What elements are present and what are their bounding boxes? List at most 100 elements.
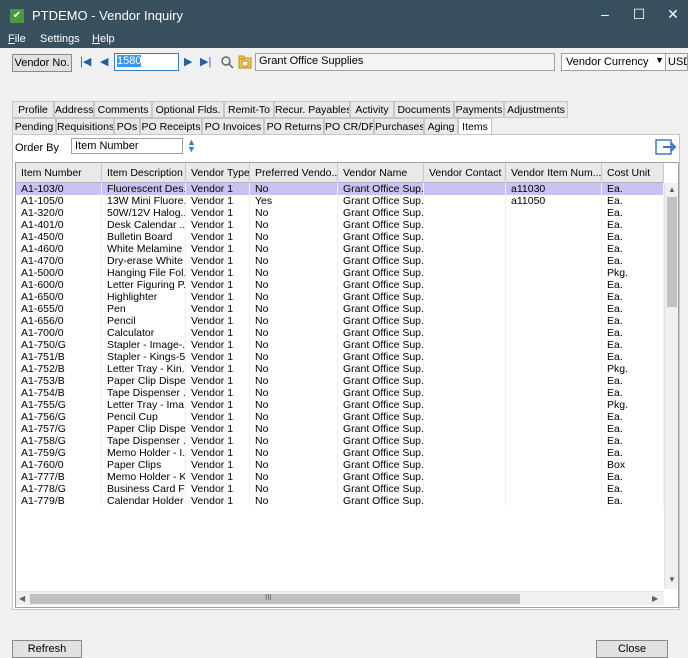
search-icon[interactable] (220, 55, 234, 69)
table-row[interactable]: A1-758/G Tape Dispenser ... Vendor 1 No Gran… (16, 435, 664, 447)
close-window-button[interactable]: ✕ (658, 4, 688, 26)
order-spin-icon[interactable]: ▲ ▼ (187, 138, 196, 154)
table-row[interactable]: A1-753/B Paper Clip Dispe... Vendor 1 No Gra… (16, 375, 664, 387)
table-row[interactable]: A1-460/0 White Melamine ... Vendor 1 No Gran… (16, 243, 664, 255)
table-cell (424, 411, 506, 423)
table-row[interactable]: A1-655/0 Pen Vendor 1 No Grant Office Sup...… (16, 303, 664, 315)
vertical-scrollbar[interactable]: ▲ ▼ (664, 183, 678, 589)
menu-settings[interactable]: Settings (40, 33, 80, 45)
table-row[interactable]: A1-450/0 Bulletin Board Vendor 1 No Grant Of… (16, 231, 664, 243)
table-cell: Grant Office Sup... (338, 339, 424, 351)
column-header-vendor-item-num[interactable]: Vendor Item Num... (506, 163, 602, 183)
table-row[interactable]: A1-470/0 Dry-erase White ... Vendor 1 No Gra… (16, 255, 664, 267)
table-row[interactable]: A1-401/0 Desk Calendar ... Vendor 1 No Grant… (16, 219, 664, 231)
table-row[interactable]: A1-777/BMemo Holder - K...Vendor 1NoGran… (16, 471, 664, 483)
table-row[interactable]: A1-760/0 Paper Clips Vendor 1 No Grant Offic… (16, 459, 664, 471)
table-row[interactable]: A1-500/0 Hanging File Fol... Vendor 1 No Gra… (16, 267, 664, 279)
scroll-grip: III (265, 593, 272, 602)
nav-first-icon[interactable]: |◀ (80, 55, 91, 69)
table-row[interactable]: A1-105/0 13W Mini Fluore... Vendor 1 Yes Gra… (16, 195, 664, 207)
scroll-up-icon[interactable]: ▲ (668, 185, 676, 195)
table-row[interactable]: A1-103/0 Fluorescent Des... Vendor 1 No Gran… (16, 183, 664, 195)
column-header-vendor-contact[interactable]: Vendor Contact (424, 163, 506, 183)
table-row[interactable]: A1-700/0 Calculator Vendor 1 No Grant Office… (16, 327, 664, 339)
table-cell: Ea. (602, 195, 664, 207)
column-header-vendor-type[interactable]: Vendor Type (186, 163, 250, 183)
table-cell: No (250, 267, 338, 279)
table-row[interactable]: A1-751/B Stapler - Kings-5... Vendor 1 No Gr… (16, 351, 664, 363)
tab-po-invoices[interactable]: PO Invoices (202, 118, 264, 135)
table-row[interactable]: A1-656/0 Pencil Vendor 1 No Grant Office Sup… (16, 315, 664, 327)
vendor-no-button[interactable]: Vendor No. (12, 54, 72, 72)
table-cell: Tape Dispenser ... (102, 435, 186, 447)
column-header-item-number[interactable]: Item Number (16, 163, 102, 183)
tab-adjustments[interactable]: Adjustments (504, 101, 568, 118)
export-icon[interactable] (655, 139, 677, 155)
table-cell: Vendor 1 (186, 207, 250, 219)
table-cell: Desk Calendar ... (102, 219, 186, 231)
vertical-scroll-thumb[interactable] (667, 197, 677, 307)
table-cell (424, 207, 506, 219)
table-cell: Ea. (602, 375, 664, 387)
tab-po-returns[interactable]: PO Returns (264, 118, 324, 135)
tab-optional-flds[interactable]: Optional Flds. (152, 101, 224, 118)
table-cell: Grant Office Sup... (338, 291, 424, 303)
column-header-cost-unit[interactable]: Cost Unit (602, 163, 664, 183)
table-row[interactable]: A1-600/0 Letter Figuring P... Vendor 1 No Gr… (16, 279, 664, 291)
tab-activity[interactable]: Activity (350, 101, 394, 118)
vendor-number-input[interactable]: 1580 (114, 53, 179, 71)
minimize-button[interactable]: – (590, 4, 620, 26)
table-row[interactable]: A1-755/G Letter Tray - Ima... Vendor 1 No Gr… (16, 399, 664, 411)
open-folder-icon[interactable] (238, 55, 252, 69)
tab-po-cr-dr[interactable]: PO CR/DR (324, 118, 374, 135)
horizontal-scroll-thumb[interactable]: III (30, 593, 520, 604)
table-cell (424, 363, 506, 375)
table-cell (506, 447, 602, 459)
order-by-input[interactable]: Item Number (71, 138, 183, 154)
tab-payments[interactable]: Payments (454, 101, 504, 118)
tab-comments[interactable]: Comments (94, 101, 152, 118)
menu-file[interactable]: File (8, 33, 26, 45)
nav-prev-icon[interactable]: ◀ (100, 55, 108, 69)
tab-documents[interactable]: Documents (394, 101, 454, 118)
tab-profile[interactable]: Profile (12, 101, 54, 118)
column-header-preferred-vendo[interactable]: Preferred Vendo... (250, 163, 338, 183)
horizontal-scrollbar[interactable]: ◀ III ▶ (16, 591, 664, 605)
table-row[interactable]: A1-759/G Memo Holder - I... Vendor 1 No Gran… (16, 447, 664, 459)
tab-aging[interactable]: Aging (424, 118, 458, 135)
maximize-button[interactable]: ☐ (624, 4, 654, 26)
table-cell: Dry-erase White ... (102, 255, 186, 267)
column-header-item-description[interactable]: Item Description (102, 163, 186, 183)
nav-next-icon[interactable]: ▶ (184, 55, 192, 69)
table-row[interactable]: A1-778/GBusiness Card Fi...Vendor 1NoGra… (16, 483, 664, 495)
tab-purchases[interactable]: Purchases (374, 118, 424, 135)
tab-requisitions[interactable]: Requisitions (56, 118, 114, 135)
tab-address[interactable]: Address (54, 101, 94, 118)
table-cell: Pkg. (602, 399, 664, 411)
close-button[interactable]: Close (596, 640, 668, 658)
tab-pos[interactable]: POs (114, 118, 140, 135)
table-cell: Hanging File Fol... (102, 267, 186, 279)
currency-select[interactable]: Vendor Currency ▼ (561, 53, 668, 71)
table-cell: Vendor 1 (186, 387, 250, 399)
table-row[interactable]: A1-757/G Paper Clip Dispe... Vendor 1 No Gra… (16, 423, 664, 435)
tab-recur-payables[interactable]: Recur. Payables (274, 101, 350, 118)
scroll-down-icon[interactable]: ▼ (668, 575, 676, 585)
scroll-right-icon[interactable]: ▶ (652, 594, 658, 604)
refresh-button[interactable]: Refresh (12, 640, 82, 658)
menu-help[interactable]: Help (92, 33, 115, 45)
table-row[interactable]: A1-754/B Tape Dispenser ... Vendor 1 No Gran… (16, 387, 664, 399)
table-row[interactable]: A1-752/B Letter Tray - Kin... Vendor 1 No Gr… (16, 363, 664, 375)
table-row[interactable]: A1-756/G Pencil Cup Vendor 1 No Grant Office… (16, 411, 664, 423)
table-row[interactable]: A1-320/0 50W/12V Halog... Vendor 1 No Grant … (16, 207, 664, 219)
nav-last-icon[interactable]: ▶| (200, 55, 211, 69)
table-row[interactable]: A1-779/BCalendar Holder ...Vendor 1NoGra… (16, 495, 664, 507)
tab-po-receipts[interactable]: PO Receipts (140, 118, 202, 135)
table-cell: Ea. (602, 219, 664, 231)
tab-pending[interactable]: Pending (12, 118, 56, 135)
tab-remit-to[interactable]: Remit-To (224, 101, 274, 118)
table-row[interactable]: A1-750/G Stapler - Image-... Vendor 1 No Gra… (16, 339, 664, 351)
scroll-left-icon[interactable]: ◀ (19, 594, 25, 604)
column-header-vendor-name[interactable]: Vendor Name (338, 163, 424, 183)
table-row[interactable]: A1-650/0 Highlighter Vendor 1 No Grant Offic… (16, 291, 664, 303)
